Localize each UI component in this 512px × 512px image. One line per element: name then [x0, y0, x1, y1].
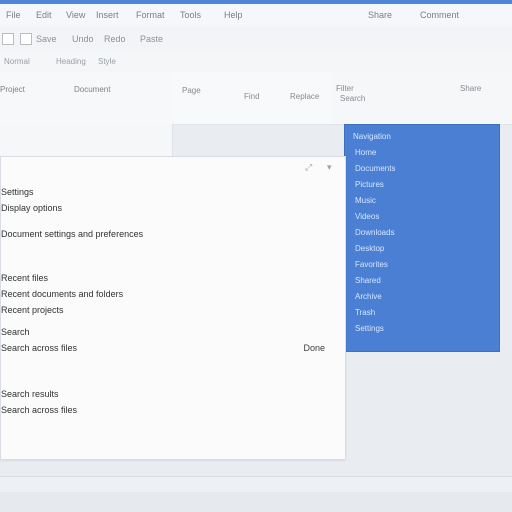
menu-tools[interactable]: Tools [180, 8, 201, 22]
paste-button[interactable]: Paste [140, 32, 163, 46]
nav-item-downloads[interactable]: Downloads [355, 227, 491, 239]
search-field[interactable]: Search [340, 92, 365, 106]
navigation-title: Navigation [353, 132, 391, 141]
row-status-done: Done [303, 343, 325, 353]
section-heading-search-results: Search results [1, 389, 59, 399]
menu-view[interactable]: View [66, 8, 85, 22]
secondary-toolbar: Normal Heading Style [0, 52, 512, 73]
menu-file[interactable]: File [6, 8, 21, 22]
nav-item-music[interactable]: Music [355, 195, 491, 207]
style-heading[interactable]: Heading [56, 56, 86, 68]
toolbar: Save Undo Redo Paste [0, 26, 512, 53]
nav-item-desktop[interactable]: Desktop [355, 243, 491, 255]
save-button[interactable]: Save [36, 32, 57, 46]
section-line-display-options: Display options [1, 203, 63, 213]
comment-button[interactable]: Comment [420, 8, 459, 22]
project-label: Project [0, 85, 25, 94]
style-normal[interactable]: Normal [4, 56, 30, 68]
row-search-results[interactable]: Search across files [1, 403, 331, 417]
nav-item-trash[interactable]: Trash [355, 307, 491, 319]
section-heading-search: Search [1, 327, 30, 337]
row-search-across-files[interactable]: Search across files [1, 341, 331, 355]
toolbar-checkbox-icon[interactable] [2, 33, 14, 45]
navigation-panel: Navigation Home Documents Pictures Music… [344, 124, 500, 352]
nav-item-archive[interactable]: Archive [355, 291, 491, 303]
nav-item-settings[interactable]: Settings [355, 323, 491, 335]
nav-item-home[interactable]: Home [355, 147, 491, 159]
close-icon[interactable]: ▾ [327, 163, 339, 173]
row-recent-documents[interactable]: Recent documents and folders [1, 287, 331, 301]
share-field[interactable]: Share [460, 82, 481, 96]
menu-bar: File Edit View Insert Format Tools Help … [0, 4, 512, 27]
left-column [0, 124, 173, 158]
nav-item-pictures[interactable]: Pictures [355, 179, 491, 191]
undo-button[interactable]: Undo [72, 32, 94, 46]
redo-button[interactable]: Redo [104, 32, 126, 46]
bottom-bar-inner [0, 492, 512, 512]
find-field[interactable]: Find [244, 90, 260, 104]
menu-edit[interactable]: Edit [36, 8, 52, 22]
toolbar-page-icon[interactable] [20, 33, 32, 45]
nav-item-shared[interactable]: Shared [355, 275, 491, 287]
options-dialog: ⤢ ▾ Settings Display options Document se… [0, 156, 346, 460]
app-window: File Edit View Insert Format Tools Help … [0, 0, 512, 512]
page-field[interactable]: Page [182, 84, 201, 98]
share-button[interactable]: Share [368, 8, 392, 22]
menu-insert[interactable]: Insert [96, 8, 119, 22]
section-heading-recent-files: Recent files [1, 273, 49, 283]
style-style[interactable]: Style [98, 56, 116, 68]
replace-field[interactable]: Replace [290, 90, 319, 104]
menu-format[interactable]: Format [136, 8, 165, 22]
center-top-panel: Page Find Replace [172, 72, 333, 125]
menu-help[interactable]: Help [224, 8, 243, 22]
document-label: Document [74, 85, 111, 94]
row-document-settings[interactable]: Document settings and preferences [1, 227, 331, 241]
help-icon[interactable]: ⤢ [305, 163, 317, 173]
nav-item-favorites[interactable]: Favorites [355, 259, 491, 271]
nav-item-videos[interactable]: Videos [355, 211, 491, 223]
right-top-panel: Filter Search Share [332, 72, 512, 125]
section-heading-settings: Settings [1, 187, 34, 197]
left-top-panel: Project Document [0, 72, 173, 125]
nav-item-documents[interactable]: Documents [355, 163, 491, 175]
section-line-recent-projects: Recent projects [1, 305, 64, 315]
